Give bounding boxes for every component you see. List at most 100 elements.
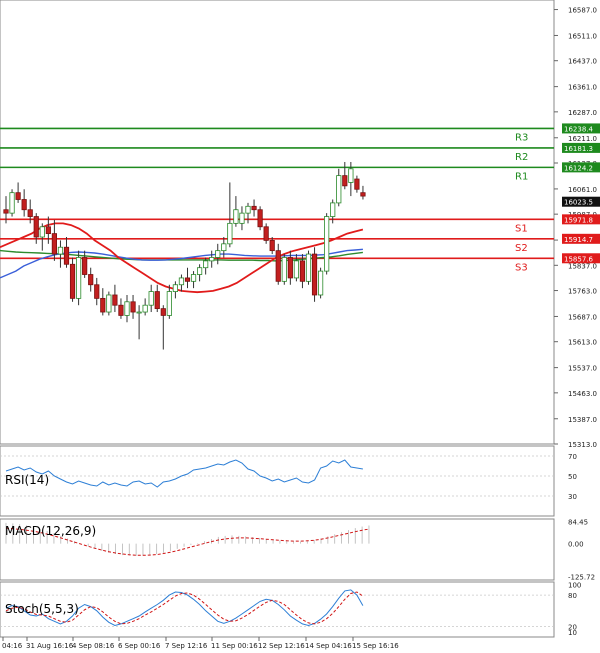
price-tick-label: 15763.0	[568, 288, 597, 296]
time-tick-label: 15 Sep 16:16	[352, 642, 399, 650]
bull-candle	[221, 243, 227, 252]
bear-candle	[112, 294, 118, 306]
bull-candle	[209, 257, 215, 262]
bear-candle	[82, 257, 88, 275]
level-name-r3: R3	[515, 132, 528, 143]
bull-candle	[245, 205, 251, 214]
price-tick-label: 15837.0	[568, 262, 597, 270]
bear-candle	[27, 209, 33, 217]
bull-candle	[239, 212, 245, 224]
bull-candle	[172, 284, 178, 292]
price-tick-label: 16287.0	[568, 109, 597, 117]
stoch-axis: 100802010	[568, 582, 581, 637]
bull-candle	[124, 301, 130, 316]
bull-candle	[142, 304, 148, 313]
bull-candle	[148, 291, 154, 306]
bull-candle	[39, 226, 45, 238]
rsi-panel-frame	[0, 445, 555, 517]
stoch-tick-label: 100	[568, 582, 581, 590]
bear-candle	[269, 240, 275, 252]
bull-candle	[293, 260, 300, 279]
bull-candle	[215, 250, 221, 258]
bull-candle	[76, 257, 82, 299]
time-tick-label: 12 Sep 12:16	[258, 642, 305, 650]
macd-axis: 84.45 0.00 -125.72	[568, 519, 595, 582]
bear-candle	[15, 192, 21, 200]
bull-candle	[9, 192, 15, 214]
price-tick-label: 15387.0	[568, 416, 597, 424]
bear-candle	[263, 226, 269, 241]
bull-candle	[178, 277, 185, 286]
bear-candle	[130, 301, 136, 313]
macd-tick-label: -125.72	[568, 573, 595, 581]
bull-candle	[196, 267, 203, 275]
bull-candle	[106, 294, 112, 313]
bull-candle	[57, 246, 64, 255]
bear-candle	[94, 284, 100, 299]
bear-candle	[88, 274, 94, 286]
bull-candle	[281, 257, 287, 282]
macd-panel: 84.45 0.00 -125.72 MACD(12,26,9)	[0, 518, 595, 582]
current-price-text: 16023.5	[564, 199, 593, 207]
trading-chart: R3 R2 R1 S1 S2 S3 16587.0 16511.0 16437.0 16361.…	[0, 0, 600, 650]
time-tick-label: 7 Sep 12:16	[165, 642, 208, 650]
bull-candle	[136, 311, 142, 314]
bear-candle	[299, 260, 306, 282]
price-tick-label: 16211.0	[568, 135, 597, 143]
stoch-panel-frame	[0, 581, 555, 638]
bear-candle	[311, 253, 318, 296]
level-name-r1: R1	[515, 171, 528, 182]
bear-candle	[354, 178, 360, 190]
stoch-panel: 100802010 Stoch(5,5,3)	[0, 581, 581, 638]
price-tick-label: 16437.0	[568, 58, 597, 66]
time-tick-label: 31 Aug 16:16	[26, 642, 74, 650]
rsi-tick-label: 70	[568, 453, 577, 461]
bear-candle	[360, 192, 366, 197]
level-tag-text: 15914.7	[564, 236, 593, 244]
bear-candle	[342, 175, 348, 187]
bear-candle	[154, 291, 160, 310]
bull-candle	[233, 209, 239, 224]
bull-candle	[203, 260, 209, 269]
bull-candle	[227, 222, 233, 245]
bull-candle	[330, 202, 336, 217]
stoch-tick-label: 10	[568, 629, 577, 637]
bear-candle	[275, 250, 281, 282]
bear-candle	[63, 246, 70, 265]
bear-candle	[21, 199, 27, 211]
bear-candle	[33, 216, 39, 238]
bear-candle	[287, 257, 293, 279]
macd-tick-label: 84.45	[568, 519, 588, 527]
bull-candle	[348, 168, 354, 183]
level-name-r2: R2	[515, 152, 528, 163]
bear-candle	[45, 226, 51, 234]
bear-candle	[51, 233, 58, 255]
level-name-s3: S3	[515, 262, 528, 273]
level-tag-text: 15857.6	[564, 255, 593, 263]
price-panel: R3 R2 R1 S1 S2 S3 16587.0 16511.0 16437.0 16361.…	[0, 0, 600, 449]
level-tag-text: 16124.2	[564, 164, 593, 172]
price-tick-label: 15313.0	[568, 441, 597, 449]
bear-candle	[118, 304, 124, 316]
price-tick-label: 16361.0	[568, 84, 597, 92]
bear-candle	[251, 205, 257, 211]
price-panel-frame	[0, 0, 555, 445]
level-tag-text: 16238.4	[564, 125, 593, 133]
rsi-axis: 70 50 30	[568, 453, 577, 501]
price-tick-label: 16587.0	[568, 7, 597, 15]
bear-candle	[69, 263, 76, 299]
time-axis: 04:16 31 Aug 16:164 Sep 08:16 6 Sep 00:16 7…	[2, 637, 399, 650]
stoch-label: Stoch(5,5,3)	[5, 602, 79, 616]
price-axis: 16587.0 16511.0 16437.0 16361.0 16287.0 16211…	[554, 7, 597, 449]
macd-label: MACD(12,26,9)	[5, 524, 96, 538]
bull-candle	[324, 216, 330, 272]
time-tick-label: 14 Sep 04:16	[305, 642, 352, 650]
macd-tick-label: 0.00	[568, 541, 584, 549]
price-tick-label: 15687.0	[568, 313, 597, 321]
price-tick-label: 15463.0	[568, 390, 597, 398]
stoch-tick-label: 80	[568, 592, 577, 600]
time-tick-label: 4 Sep 08:16	[72, 642, 115, 650]
bear-candle	[160, 308, 166, 316]
rsi-label: RSI(14)	[5, 473, 49, 487]
bull-candle	[317, 270, 324, 296]
